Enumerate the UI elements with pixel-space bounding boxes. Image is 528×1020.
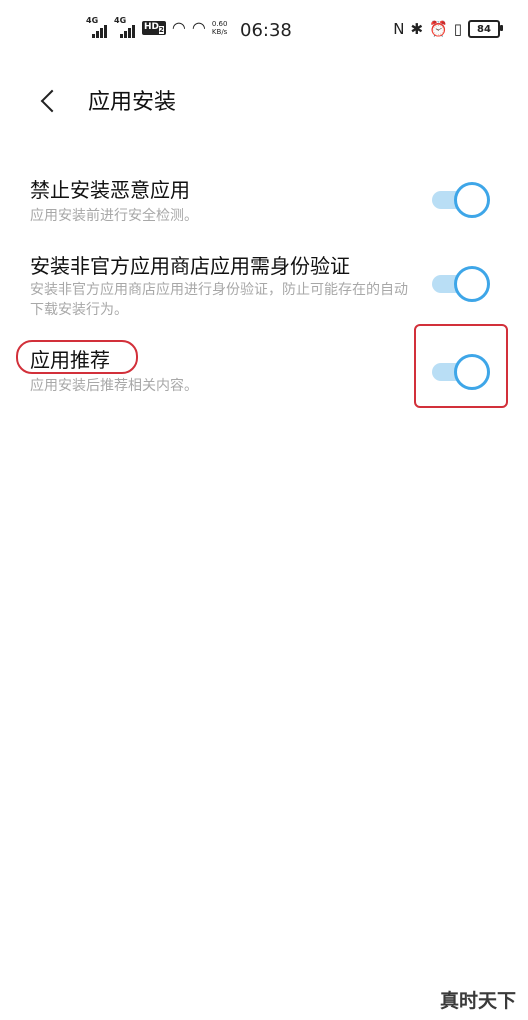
setting-title: 安装非官方应用商店应用需身份验证: [30, 254, 350, 278]
wifi-icon: ◠: [171, 18, 186, 37]
vibrate-icon: ▯: [453, 20, 462, 38]
speed-value: 0.60: [211, 20, 228, 28]
clock: 06:38: [240, 20, 292, 41]
signal-1-tag: 4G: [86, 16, 99, 25]
hd-label: HD: [144, 22, 160, 33]
status-bar: 4G 4G HD2 ◠ ◠ 0.60 KB/s 06:38 N ✱ ⏰ ▯ 84: [0, 0, 528, 64]
network-speed: 0.60 KB/s: [212, 20, 228, 36]
back-button[interactable]: [30, 80, 70, 120]
bluetooth-icon: ✱: [410, 20, 424, 38]
annotation-circle-label: [16, 340, 138, 374]
cellular-signal-2-icon: 4G: [114, 16, 136, 38]
watermark: 真时天下: [440, 990, 517, 1012]
setting-desc: 应用安装前进行安全检测。: [30, 208, 198, 224]
battery-level: 84: [477, 23, 491, 35]
alarm-icon: ⏰: [429, 20, 448, 38]
chevron-left-icon: [40, 89, 64, 113]
hd-sub: 2: [159, 25, 164, 34]
page-title: 应用安装: [88, 90, 177, 115]
toggle-switch[interactable]: [428, 180, 494, 220]
setting-row-unofficial-store-verify: 安装非官方应用商店应用需身份验证 安装非官方应用商店应用进行身份验证，防止可能存…: [0, 246, 528, 326]
setting-desc: 安装非官方应用商店应用进行身份验证，防止可能存在的自动下载安装行为。: [30, 282, 408, 318]
annotation-box-toggle: [414, 324, 508, 408]
setting-title: 禁止安装恶意应用: [30, 178, 190, 202]
signal-2-tag: 4G: [114, 16, 127, 25]
toggle-knob: [454, 266, 490, 302]
setting-desc: 应用安装后推荐相关内容。: [30, 378, 198, 394]
wifi-2-icon: ◠: [191, 18, 206, 37]
hd-voice-icon: HD2: [142, 21, 166, 35]
toggle-knob: [454, 182, 490, 218]
status-right: N ✱ ⏰ ▯ 84: [393, 20, 503, 38]
toggle-switch[interactable]: [428, 264, 494, 304]
setting-row-malicious-app-block: 禁止安装恶意应用 应用安装前进行安全检测。: [0, 170, 528, 230]
nfc-icon: N: [393, 20, 405, 38]
speed-unit: KB/s: [211, 28, 228, 36]
status-left: 4G 4G HD2 ◠ ◠ 0.60 KB/s: [86, 16, 228, 38]
cellular-signal-1-icon: 4G: [86, 16, 108, 38]
battery-icon: 84: [468, 20, 503, 38]
